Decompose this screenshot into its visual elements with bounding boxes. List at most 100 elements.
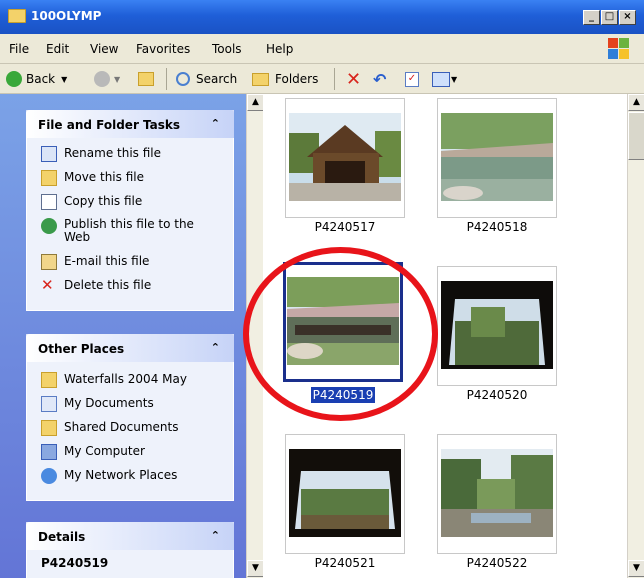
folder-icon [41,372,57,388]
details-filename: P4240519 [41,556,109,570]
close-button[interactable]: × [619,10,636,25]
windows-logo-icon [608,38,630,60]
thumbnail-view-scrollbar[interactable]: ▲ ▼ [627,94,644,578]
place-network[interactable]: My Network Places [41,468,233,492]
toolbar-separator [166,68,167,90]
move-icon [41,170,57,186]
details-body: P4240519 [26,550,234,578]
task-email[interactable]: E-mail this file [41,254,233,278]
task-copy[interactable]: Copy this file [41,194,233,218]
collapse-icon[interactable]: ⌃ [211,117,220,130]
details-header[interactable]: Details ⌃ [26,522,234,550]
panel-title: Other Places [38,342,125,356]
forward-arrow-icon [94,71,110,87]
email-icon [41,254,57,270]
task-rename[interactable]: Rename this file [41,146,233,170]
thumbnail-item-selected[interactable] [283,262,403,382]
thumbnail-view: P4240517 P4240518 P4240519 P4240520 P424… [263,94,624,578]
place-waterfalls[interactable]: Waterfalls 2004 May [41,372,233,396]
collapse-icon[interactable]: ⌃ [211,529,220,542]
scroll-up-button[interactable]: ▲ [247,94,264,111]
thumbnail-item[interactable] [285,434,405,554]
file-tasks-header[interactable]: File and Folder Tasks ⌃ [26,110,234,138]
task-publish[interactable]: Publish this file to the Web [41,218,233,254]
file-tasks-list: Rename this file Move this file Copy thi… [26,138,234,311]
thumbnail-item[interactable] [437,434,557,554]
thumbnail-caption: P4240517 [314,220,376,234]
thumbnail-item[interactable] [285,98,405,218]
up-folder-icon [138,72,154,86]
documents-icon [41,396,57,412]
scroll-down-button[interactable]: ▼ [247,560,264,577]
search-icon [176,72,190,86]
menu-favorites[interactable]: Favorites [136,42,190,56]
toolbar: Back ▼ ▼ Search Folders ✕ ↶ ✓ ▼ [0,64,644,94]
folder-icon [41,420,57,436]
panel-title: Details [38,530,86,544]
task-delete[interactable]: ✕ Delete this file [41,278,233,302]
scroll-up-button[interactable]: ▲ [628,94,644,111]
publish-icon [41,218,57,234]
undo-icon: ↶ [373,69,387,89]
task-pane-scrollbar[interactable]: ▲ ▼ [246,94,264,578]
scroll-down-button[interactable]: ▼ [628,560,644,577]
thumbnail-item[interactable] [437,266,557,386]
copy-icon [41,194,57,210]
file-tasks-panel: File and Folder Tasks ⌃ Rename this file… [26,110,234,311]
menu-edit[interactable]: Edit [46,42,69,56]
dropdown-arrow-icon[interactable]: ▼ [451,75,457,84]
delete-button[interactable]: ✕ [346,68,362,90]
menu-bar: File Edit View Favorites Tools Help [0,34,644,64]
back-arrow-icon [6,71,22,87]
panel-title: File and Folder Tasks [38,118,181,132]
dropdown-arrow-icon[interactable]: ▼ [61,75,67,84]
river-photo [441,449,553,537]
thumbnail-caption-selected: P4240519 [309,386,377,404]
menu-view[interactable]: View [90,42,118,56]
place-my-documents[interactable]: My Documents [41,396,233,420]
folders-icon [252,72,269,86]
title-bar: 100OLYMP _ □ × [0,0,644,34]
place-my-computer[interactable]: My Computer [41,444,233,468]
search-button[interactable]: Search [176,70,237,88]
thumbnail-caption: P4240520 [466,388,528,402]
thumbnail-caption: P4240522 [466,556,528,570]
back-button[interactable]: Back ▼ [6,70,67,88]
views-button[interactable]: ▼ [432,70,457,88]
scroll-thumb[interactable] [628,112,644,160]
task-move[interactable]: Move this file [41,170,233,194]
forward-button[interactable]: ▼ [94,70,120,88]
views-icon [432,71,450,87]
dropdown-arrow-icon[interactable]: ▼ [114,75,120,84]
menu-help[interactable]: Help [266,42,293,56]
delete-x-icon: ✕ [346,68,362,90]
minimize-button[interactable]: _ [583,10,600,25]
thumbnail-caption: P4240521 [314,556,376,570]
task-pane: File and Folder Tasks ⌃ Rename this file… [0,94,246,578]
other-places-panel: Other Places ⌃ Waterfalls 2004 May My Do… [26,334,234,501]
bridge-photo [287,277,399,365]
other-places-header[interactable]: Other Places ⌃ [26,334,234,362]
undo-button[interactable]: ↶ [373,69,387,89]
details-panel: Details ⌃ P4240519 [26,522,234,578]
computer-icon [41,444,57,460]
up-folder-button[interactable] [138,70,154,88]
bridge-photo [441,113,553,201]
menu-file[interactable]: File [9,42,29,56]
collapse-icon[interactable]: ⌃ [211,341,220,354]
folders-button[interactable]: Folders [252,70,318,88]
properties-button[interactable]: ✓ [405,70,419,88]
thumbnail-caption: P4240518 [466,220,528,234]
thumbnail-item[interactable] [437,98,557,218]
bridge-interior-photo [441,281,553,369]
window-title: 100OLYMP [31,9,102,23]
network-icon [41,468,57,484]
place-shared-documents[interactable]: Shared Documents [41,420,233,444]
bridge-photo [289,113,401,201]
delete-icon: ✕ [41,276,54,294]
toolbar-separator [334,68,335,90]
folder-icon [8,9,26,23]
other-places-list: Waterfalls 2004 May My Documents Shared … [26,362,234,501]
maximize-button[interactable]: □ [601,10,618,25]
menu-tools[interactable]: Tools [212,42,242,56]
